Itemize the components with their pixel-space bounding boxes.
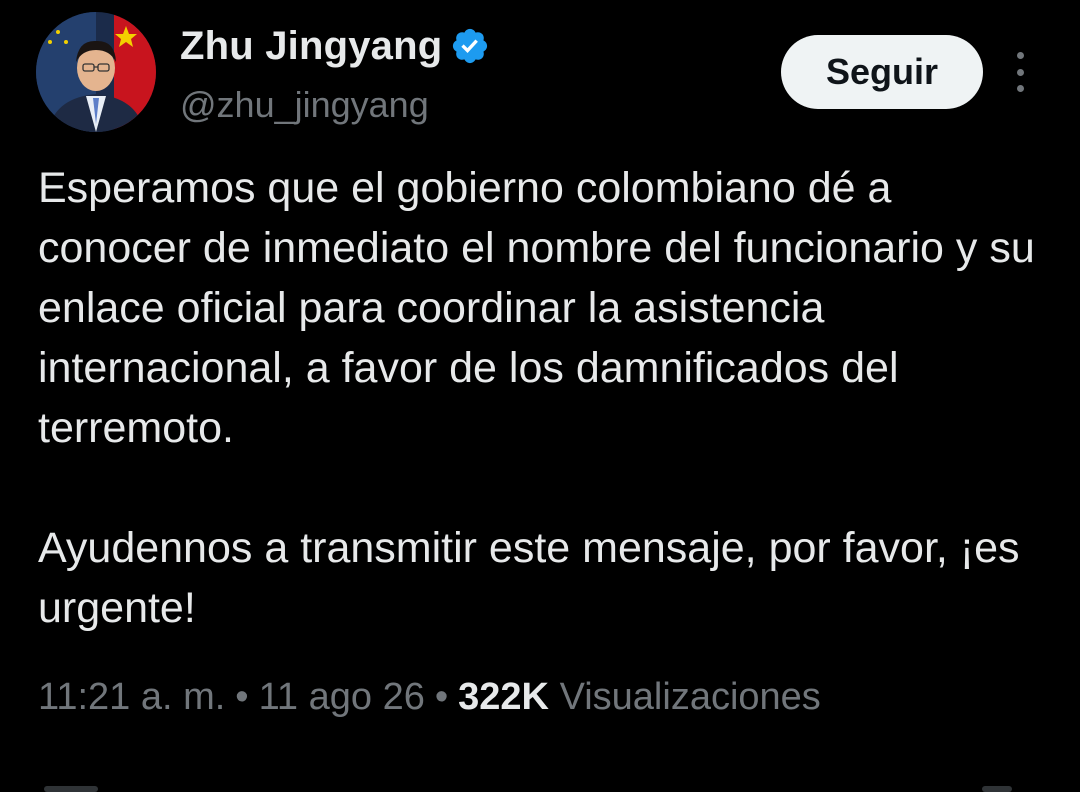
more-dot (1016, 52, 1024, 59)
tweet-text: Esperamos que el gobierno colombiano dé … (38, 158, 1048, 638)
share-icon-edge (982, 786, 1012, 792)
author-avatar[interactable] (36, 12, 156, 132)
more-vertical-icon[interactable] (1004, 52, 1036, 92)
author-handle[interactable]: @zhu_jingyang (180, 84, 429, 126)
more-dot (1016, 68, 1024, 76)
more-dot (1016, 85, 1024, 92)
tweet-metadata: 11:21 a. m. • 11 ago 26 • 322K Visualizacion… (38, 676, 821, 719)
meta-separator: • (434, 676, 449, 718)
author-display-name[interactable]: Zhu Jingyang (180, 24, 442, 69)
tweet-time[interactable]: 11:21 a. m. (38, 676, 225, 718)
views-label[interactable]: Visualizaciones (560, 676, 821, 718)
tweet-card: Zhu Jingyang @zhu_jingyang Seguir Espera… (0, 0, 1080, 792)
tweet-paragraph: Ayudennos a transmitir este mensaje, por… (38, 524, 1020, 632)
author-name-row[interactable]: Zhu Jingyang (180, 20, 490, 72)
tweet-paragraph: Esperamos que el gobierno colombiano dé … (38, 164, 1035, 452)
tweet-date[interactable]: 11 ago 26 (259, 676, 425, 718)
views-count[interactable]: 322K (458, 676, 549, 718)
follow-button[interactable]: Seguir (781, 35, 983, 109)
action-bar-edge (0, 782, 1080, 792)
meta-separator: • (235, 676, 249, 718)
avatar-image (36, 12, 156, 132)
verified-badge-icon[interactable] (450, 26, 490, 66)
reply-icon-edge (44, 786, 98, 792)
